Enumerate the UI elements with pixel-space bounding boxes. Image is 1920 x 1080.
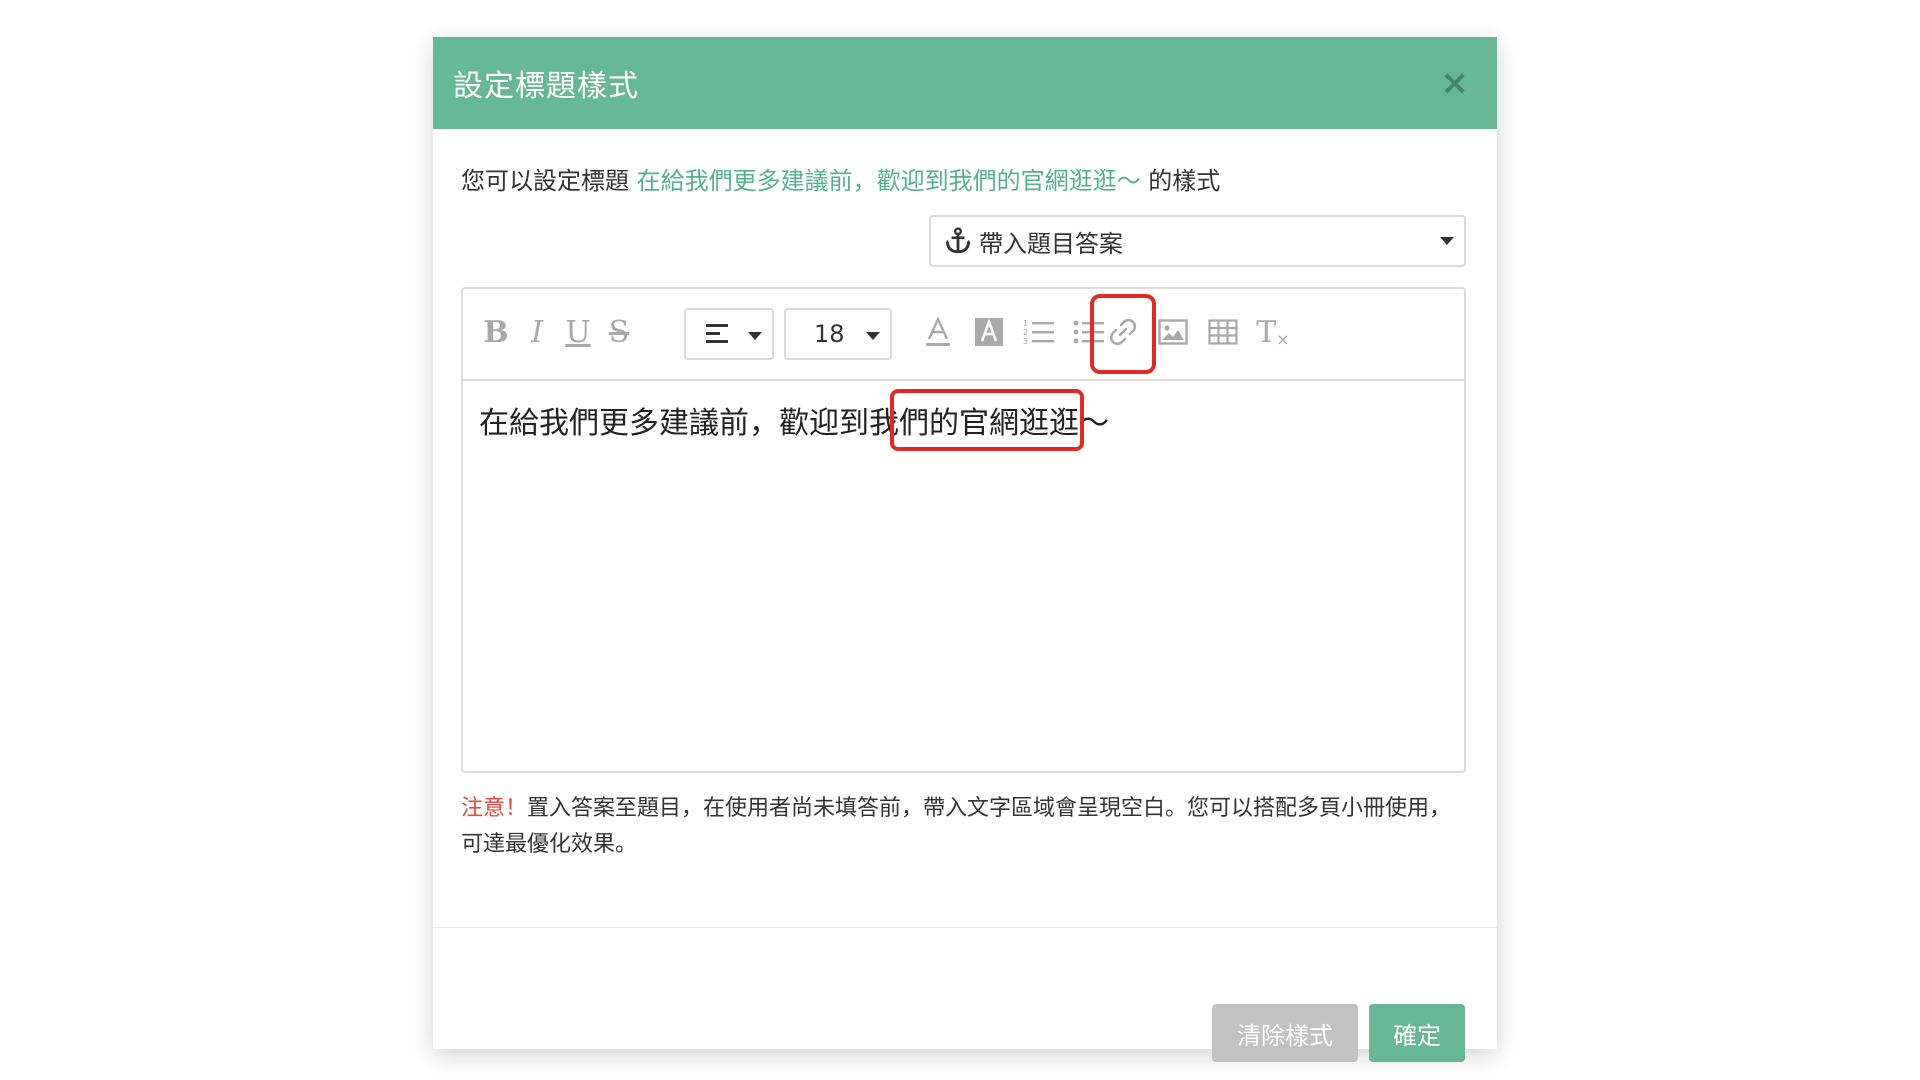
bold-button[interactable]: B [473, 307, 519, 357]
clear-style-button[interactable]: 清除樣式 [1212, 1004, 1358, 1062]
strikethrough-button[interactable]: S [596, 307, 642, 357]
bold-icon: B [483, 314, 509, 350]
intro-suffix: 的樣式 [1140, 167, 1221, 195]
align-select[interactable] [684, 308, 774, 360]
ordered-list-button[interactable]: 1 2 3 [1016, 307, 1062, 357]
insert-table-button[interactable] [1200, 307, 1246, 357]
svg-text:1: 1 [1023, 319, 1028, 328]
notice-body: 置入答案至題目，在使用者尚未填答前，帶入文字區域會呈現空白。您可以搭配多頁小冊使… [461, 796, 1452, 857]
dialog-title: 設定標題樣式 [453, 69, 639, 104]
dialog-body: 您可以設定標題 在給我們更多建議前，歡迎到我們的官網逛逛～ 的樣式 帶入題目答案… [433, 165, 1497, 863]
underline-button[interactable]: U [555, 307, 601, 357]
intro-prefix: 您可以設定標題 [461, 167, 637, 195]
font-size-value: 18 [814, 320, 845, 348]
intro-text: 您可以設定標題 在給我們更多建議前，歡迎到我們的官網逛逛～ 的樣式 [461, 165, 1464, 197]
dropdown-label: 帶入題目答案 [979, 229, 1123, 258]
insert-answer-dropdown[interactable]: 帶入題目答案 [929, 215, 1466, 267]
style-title-dialog: 設定標題樣式 × 您可以設定標題 在給我們更多建議前，歡迎到我們的官網逛逛～ 的… [433, 37, 1497, 1062]
chevron-down-icon [1440, 237, 1454, 245]
editor-toolbar: B I U S 18 1 2 3 T × [463, 289, 1464, 381]
link-button-highlight [1090, 294, 1156, 374]
notice-text: 注意！置入答案至題目，在使用者尚未填答前，帶入文字區域會呈現空白。您可以搭配多頁… [461, 791, 1466, 863]
image-icon [1158, 319, 1188, 345]
clear-format-button[interactable]: T × [1250, 307, 1296, 357]
svg-text:2: 2 [1023, 328, 1028, 337]
highlight-color-icon [975, 318, 1003, 346]
underline-icon: U [565, 314, 591, 350]
ordered-list-icon: 1 2 3 [1023, 319, 1054, 346]
strikethrough-icon: S [608, 314, 630, 350]
confirm-button[interactable]: 確定 [1369, 1004, 1465, 1062]
close-icon[interactable]: × [1441, 66, 1470, 100]
insert-image-button[interactable] [1150, 307, 1196, 357]
chevron-down-icon [866, 332, 880, 340]
italic-icon: I [531, 314, 543, 350]
svg-text:3: 3 [1023, 337, 1028, 346]
clear-format-x: × [1276, 329, 1290, 349]
clear-format-icon: T [1256, 314, 1277, 350]
selected-text-highlight [890, 389, 1084, 451]
text-color-button[interactable] [915, 307, 961, 357]
rich-text-editor: B I U S 18 1 2 3 T × 在給我們更多建議前，歡迎到我們的官網逛… [461, 287, 1466, 773]
align-left-icon [706, 324, 728, 343]
chevron-down-icon [748, 332, 762, 340]
font-color-icon [926, 317, 950, 346]
editor-content[interactable]: 在給我們更多建議前，歡迎到我們的官網逛逛～ [463, 381, 1464, 467]
anchor-icon [945, 227, 971, 254]
dialog-footer: 清除樣式 確定 [433, 927, 1497, 1062]
dialog-header: 設定標題樣式 × [433, 37, 1497, 129]
background-color-button[interactable] [966, 307, 1012, 357]
italic-button[interactable]: I [514, 307, 560, 357]
font-size-select[interactable]: 18 [784, 308, 892, 360]
table-icon [1208, 319, 1238, 345]
intro-title-highlight: 在給我們更多建議前，歡迎到我們的官網逛逛～ [636, 167, 1141, 195]
notice-warning: 注意！ [461, 796, 528, 821]
